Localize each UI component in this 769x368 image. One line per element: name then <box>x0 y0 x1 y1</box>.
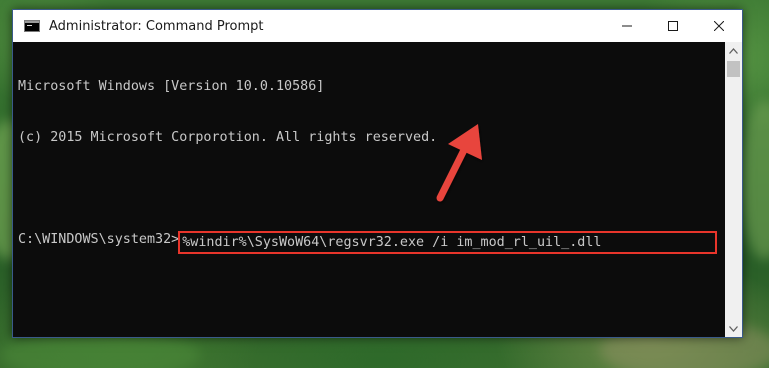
title-bar[interactable]: Administrator: Command Prompt <box>13 10 742 42</box>
scroll-thumb[interactable] <box>727 61 740 77</box>
console-line: Microsoft Windows [Version 10.0.10586] <box>18 79 325 94</box>
red-arrow-icon <box>436 124 482 202</box>
maximize-icon <box>668 21 678 31</box>
console-prompt: C:\WINDOWS\system32> <box>18 232 180 247</box>
wallpaper-foliage <box>740 100 769 260</box>
highlighted-command[interactable]: %windir%\SysWoW64\regsvr32.exe /i im_mod… <box>178 231 718 254</box>
command-prompt-window[interactable]: Administrator: Command Prompt Microsoft <box>12 9 743 338</box>
scroll-up-icon <box>729 47 738 54</box>
close-button[interactable] <box>696 10 742 42</box>
maximize-button[interactable] <box>650 10 696 42</box>
console-line: (c) 2015 Microsoft Corporotion. All righ… <box>18 130 438 145</box>
scroll-down-button[interactable] <box>725 320 742 337</box>
console-command-line: C:\WINDOWS\system32> %windir%\SysWoW64\re… <box>18 231 725 254</box>
window-title: Administrator: Command Prompt <box>49 18 264 34</box>
minimize-icon <box>622 25 632 27</box>
vertical-scrollbar[interactable] <box>725 42 742 337</box>
scroll-down-icon <box>729 325 738 332</box>
close-icon <box>714 21 724 31</box>
console-output[interactable]: Microsoft Windows [Version 10.0.10586] (… <box>13 42 725 337</box>
window-controls <box>604 10 742 42</box>
minimize-button[interactable] <box>604 10 650 42</box>
cmd-icon <box>24 20 40 32</box>
scroll-up-button[interactable] <box>725 42 742 59</box>
